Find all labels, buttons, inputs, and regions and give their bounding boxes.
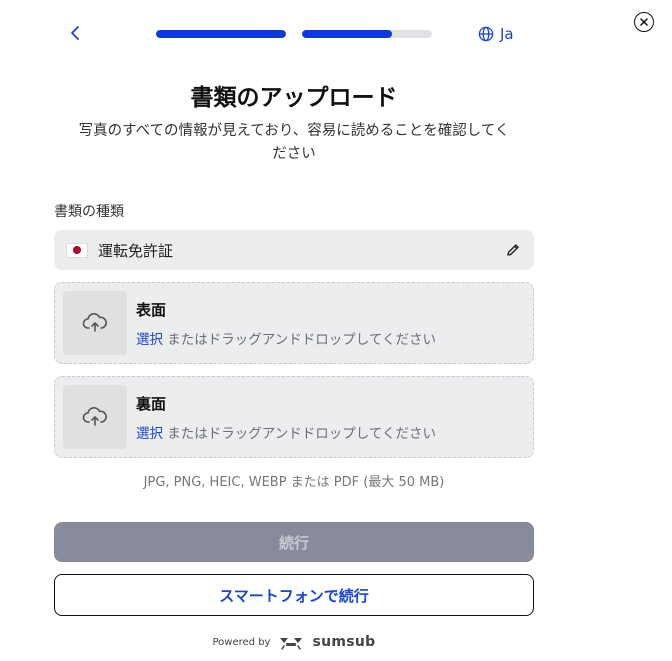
language-selector[interactable]: Ja (478, 22, 514, 46)
document-type-select[interactable]: 運転免許証 (54, 230, 534, 270)
document-type-label: 書類の種類 (54, 204, 124, 220)
progress-fill-2 (302, 30, 392, 38)
progress-fill-1 (156, 30, 286, 38)
powered-by-label: Powered by (212, 636, 271, 648)
sumsub-brand: sumsub (312, 634, 376, 650)
upload-back-select-link[interactable]: 選択 (136, 426, 163, 442)
cloud-upload-icon (82, 407, 107, 426)
progress-step-2 (302, 30, 432, 38)
progress-step-1 (156, 30, 286, 38)
globe-icon (478, 26, 494, 42)
sumsub-logo-icon (280, 638, 303, 650)
subtitle-line-2: ださい (272, 146, 316, 162)
chevron-left-icon (71, 26, 79, 40)
subtitle-line-1: 写真のすべての情報が見えており、容易に読めることを確認してく (78, 123, 510, 139)
upload-front-hint-text: またはドラッグアンドドロップしてください (163, 331, 436, 348)
upload-front-title: 表面 (136, 300, 167, 319)
powered-by-footer: Powered by sumsub (0, 634, 588, 650)
upload-front-hint: 選択 またはドラッグアンドドロップしてください (136, 328, 436, 348)
upload-back-hint-text: またはドラッグアンドドロップしてください (163, 425, 436, 442)
upload-front-dropzone[interactable]: 表面 選択 またはドラッグアンドドロップしてください (54, 282, 534, 364)
file-formats-note: JPG, PNG, HEIC, WEBP または PDF (最大 50 MB) (143, 475, 445, 490)
cloud-upload-icon (82, 313, 107, 332)
upload-front-select-link[interactable]: 選択 (136, 332, 163, 348)
upload-back-title: 裏面 (136, 394, 167, 413)
japan-flag-icon (66, 242, 88, 258)
close-icon (640, 18, 648, 26)
continue-button[interactable]: 続行 (54, 522, 534, 562)
upload-thumbnail (63, 385, 127, 449)
continue-on-phone-button[interactable]: スマートフォンで続行 (54, 574, 534, 616)
language-label: Ja (500, 25, 514, 43)
close-button[interactable] (634, 12, 654, 32)
upload-back-hint: 選択 またはドラッグアンドドロップしてください (136, 422, 436, 442)
upload-back-dropzone[interactable]: 裏面 選択 またはドラッグアンドドロップしてください (54, 376, 534, 458)
upload-thumbnail (63, 291, 127, 355)
page-subtitle: 写真のすべての情報が見えており、容易に読めることを確認してく ださい (54, 120, 534, 166)
pencil-icon[interactable] (504, 241, 522, 259)
document-type-value: 運転免許証 (98, 241, 174, 260)
page-title: 書類のアップロード (190, 85, 398, 111)
back-button[interactable] (64, 22, 86, 44)
